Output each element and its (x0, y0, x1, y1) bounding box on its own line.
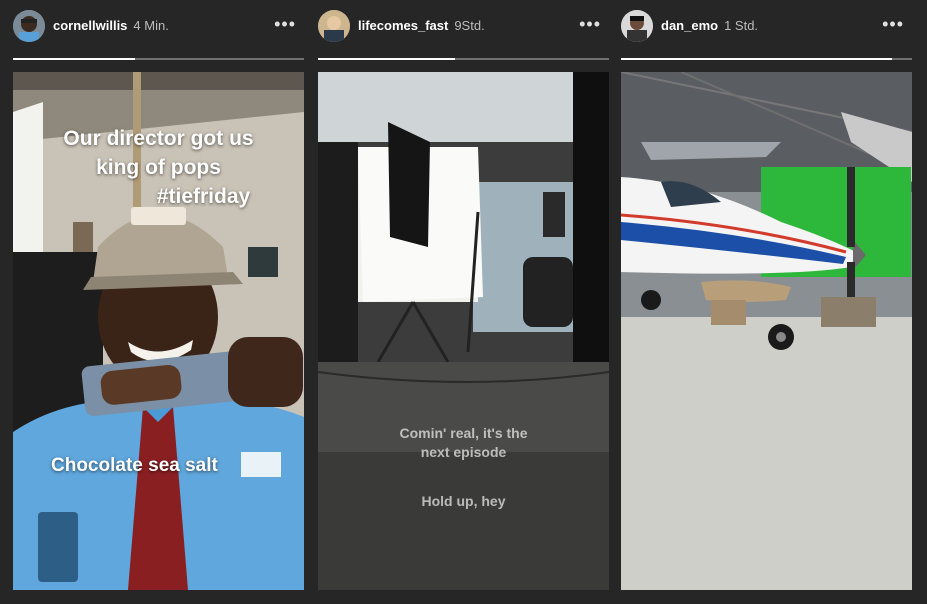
story-caption: Our director got us king of pops #tiefri… (13, 124, 304, 211)
username[interactable]: dan_emo 1 Std. (661, 18, 758, 33)
progress-fill (318, 58, 455, 60)
story-sticker-text: Chocolate sea salt (51, 455, 218, 476)
username-text[interactable]: lifecomes_fast (358, 18, 448, 33)
airplane-hangar-photo (621, 72, 912, 590)
time-ago: 1 Std. (724, 18, 759, 33)
film-set-photo (318, 72, 609, 590)
time-ago: 4 Min. (133, 18, 169, 33)
caption-line: next episode (420, 444, 507, 460)
username-text[interactable]: dan_emo (661, 18, 718, 33)
more-options-icon[interactable]: ••• (274, 14, 296, 34)
more-options-icon[interactable]: ••• (882, 14, 904, 34)
story-card-dan_emo[interactable]: dan_emo 1 Std. ••• (621, 0, 912, 604)
story-card-cornellwillis[interactable]: cornellwillis 4 Min. ••• Our director go… (13, 0, 304, 604)
progress-fill (13, 58, 136, 60)
username-text[interactable]: cornellwillis (53, 18, 127, 33)
more-options-icon[interactable]: ••• (579, 14, 601, 34)
caption-line: #tiefriday (156, 185, 251, 208)
time-ago: 9Std. (454, 18, 485, 33)
story-media-image[interactable] (621, 72, 912, 590)
avatar[interactable] (621, 10, 653, 42)
story-header: dan_emo 1 Std. ••• (621, 10, 912, 42)
story-media-image[interactable]: Comin' real, it's the next episode Hold … (318, 72, 609, 590)
caption-line: Comin' real, it's the (399, 425, 528, 441)
caption-line: Our director got us (63, 127, 254, 150)
story-progress-bar (13, 58, 304, 60)
username[interactable]: cornellwillis 4 Min. (53, 18, 169, 33)
story-header: cornellwillis 4 Min. ••• (13, 10, 304, 42)
caption-line: king of pops (96, 156, 221, 179)
story-media-image[interactable]: Our director got us king of pops #tiefri… (13, 72, 304, 590)
avatar[interactable] (318, 10, 350, 42)
story-progress-bar (621, 58, 912, 60)
story-header: lifecomes_fast 9Std. ••• (318, 10, 609, 42)
progress-fill (621, 58, 892, 60)
story-progress-bar (318, 58, 609, 60)
avatar[interactable] (13, 10, 45, 42)
story-caption: Comin' real, it's the next episode (318, 424, 609, 462)
username[interactable]: lifecomes_fast 9Std. (358, 18, 485, 33)
story-card-lifecomes_fast[interactable]: lifecomes_fast 9Std. ••• Comin' real, it'… (318, 0, 609, 604)
story-caption-secondary: Hold up, hey (421, 493, 506, 509)
